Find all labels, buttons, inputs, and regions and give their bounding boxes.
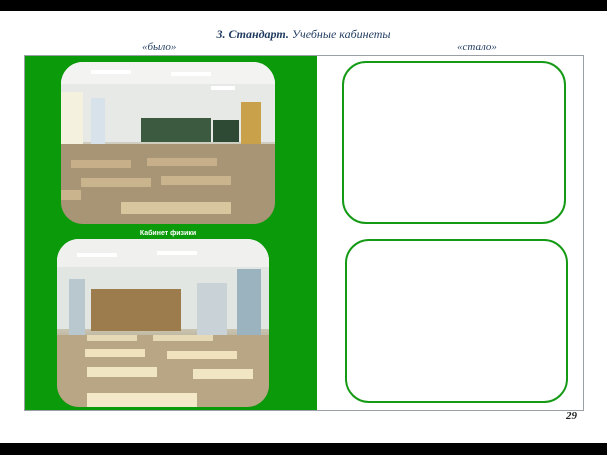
before-panel: Кабинет физики xyxy=(25,56,317,410)
page-number: 29 xyxy=(566,410,577,422)
classroom-photo-top-image xyxy=(61,62,275,224)
comparison-frame: Кабинет физики xyxy=(24,55,584,411)
label-after: «стало» xyxy=(457,41,497,53)
title-number: 3. xyxy=(216,27,226,41)
slide-title: 3. Стандарт. Учебные кабинеты xyxy=(0,27,607,42)
placeholder-box-top xyxy=(342,61,566,224)
title-rest: Учебные кабинеты xyxy=(291,27,391,41)
title-bold: Стандарт. xyxy=(228,27,289,41)
top-black-bar xyxy=(0,0,607,11)
classroom-photo-bottom xyxy=(57,239,269,407)
classroom-photo-bottom-image xyxy=(57,239,269,407)
bottom-black-bar xyxy=(0,443,607,455)
placeholder-box-bottom xyxy=(345,239,568,403)
classroom-photo-top xyxy=(61,62,275,224)
photo-caption: Кабинет физики xyxy=(139,230,197,237)
label-before: «было» xyxy=(142,41,177,53)
